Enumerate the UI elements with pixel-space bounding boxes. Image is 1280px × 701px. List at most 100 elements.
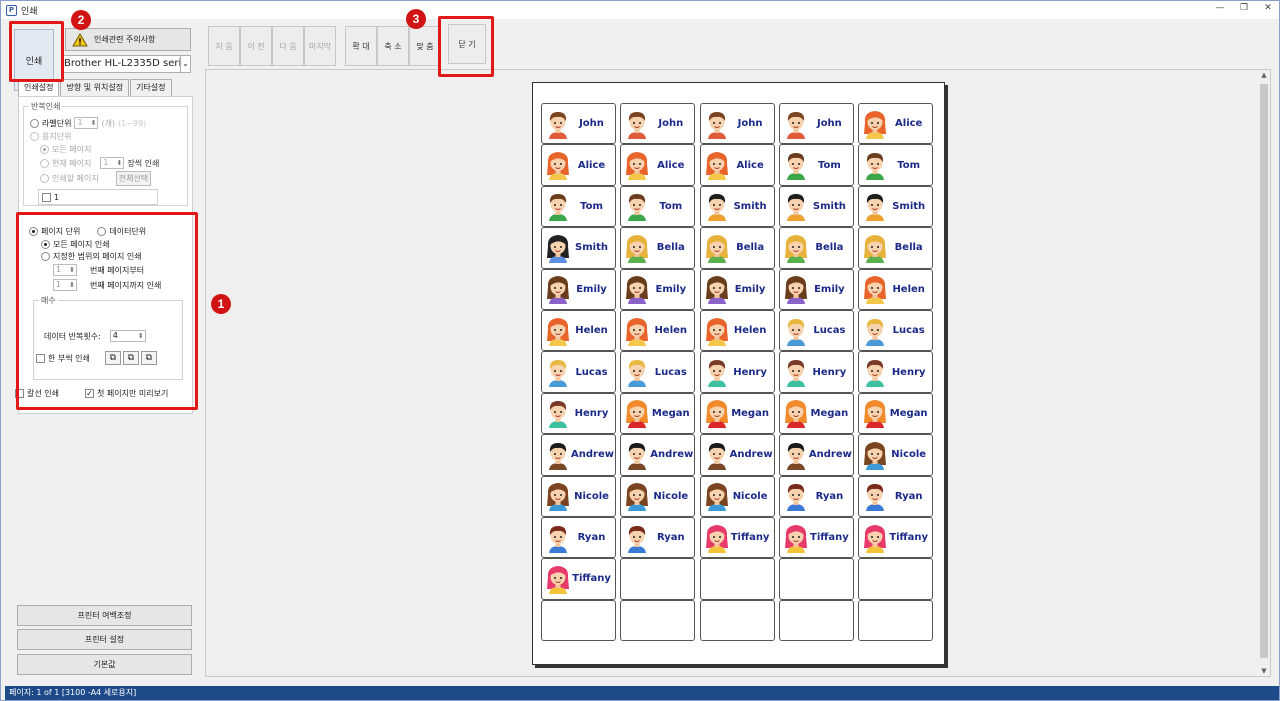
scroll-up-icon[interactable]: ▲ <box>1258 71 1270 79</box>
printer-select[interactable]: Brother HL-L2335D series( ⌄ <box>61 55 191 73</box>
label-name-text: Alice <box>577 159 606 171</box>
name-label-card: Emily <box>778 268 854 310</box>
page-nav-toolbar: 처 음 이 전 다 음 마지막 <box>208 26 336 66</box>
label-unit-label: 라벨단위 <box>42 118 72 128</box>
page-list[interactable]: 1 <box>38 189 158 205</box>
name-label-card: Tom <box>620 185 696 228</box>
empty-label-card <box>620 558 696 600</box>
badge-1: 1 <box>211 294 231 314</box>
avatar-face-icon <box>707 360 726 388</box>
print-pages-radio[interactable] <box>40 174 49 183</box>
name-label-card: Lucas <box>778 309 854 352</box>
name-label-card: Tom <box>778 144 854 186</box>
print-pages-label: 인쇄할 페이지 <box>52 174 99 183</box>
label-name-text: Alice <box>895 118 923 130</box>
current-count-spinner[interactable]: 1 <box>100 157 125 169</box>
close-window-icon[interactable]: ✕ <box>1261 3 1275 13</box>
label-name-text: Tiffany <box>572 573 611 585</box>
label-name-text: Emily <box>576 283 607 295</box>
name-label-card: Ryan <box>778 475 854 517</box>
avatar-face-icon <box>786 318 805 346</box>
avatar-face-icon <box>705 152 728 181</box>
zoom-in-button[interactable]: 확 대 <box>345 26 377 66</box>
avatar-face-icon <box>786 153 805 181</box>
label-name-text: Emily <box>814 283 845 295</box>
avatar-face-icon <box>864 524 887 553</box>
name-label-card: John <box>620 103 696 145</box>
label-name-text: Nicole <box>574 490 609 502</box>
name-label-card: Megan <box>620 392 696 435</box>
avatar-face-icon <box>626 317 649 346</box>
current-page-radio[interactable] <box>40 158 49 168</box>
avatar-face-icon <box>864 234 887 263</box>
label-unit-radio[interactable] <box>30 118 39 128</box>
next-page-button[interactable]: 다 음 <box>272 26 304 66</box>
zoom-out-button[interactable]: 축 소 <box>377 26 409 66</box>
scroll-thumb[interactable] <box>1260 84 1268 658</box>
name-label-card: Tiffany <box>699 516 775 559</box>
chevron-down-icon[interactable]: ⌄ <box>180 56 190 72</box>
prev-page-button[interactable]: 이 전 <box>240 26 272 66</box>
window-controls: — ❐ ✕ <box>1213 3 1275 13</box>
name-label-card: Andrew <box>699 434 775 476</box>
last-page-button[interactable]: 마지막 <box>304 26 336 66</box>
minimize-icon[interactable]: — <box>1213 3 1227 13</box>
all-pages-label: 모든 페이지 <box>52 145 92 154</box>
label-name-text: Ryan <box>577 532 606 544</box>
avatar-face-icon <box>549 194 567 222</box>
print-notice-label: 인쇄관련 주의사항 <box>94 35 156 44</box>
name-label-card: Megan <box>699 392 775 435</box>
avatar-face-icon <box>549 111 567 139</box>
avatar-face-icon <box>866 153 885 181</box>
avatar-face-icon <box>626 234 649 263</box>
highlight-close-button <box>438 16 494 77</box>
print-notice-button[interactable]: 인쇄관련 주의사항 <box>65 28 191 51</box>
name-label-card: Tiffany <box>858 516 934 559</box>
printer-margin-button[interactable]: 프린터 여백조정 <box>17 605 192 626</box>
avatar-face-icon <box>786 194 805 222</box>
label-count-unit: (개) <box>101 118 116 128</box>
restore-icon[interactable]: ❐ <box>1237 3 1251 13</box>
name-label-card: Emily <box>699 268 775 310</box>
empty-label-card <box>699 599 775 642</box>
printer-settings-button[interactable]: 프린터 설정 <box>17 629 192 650</box>
label-name-text: Nicole <box>653 490 689 502</box>
label-name-text: Tom <box>659 200 683 212</box>
name-label-card: Andrew <box>778 434 854 476</box>
avatar-face-icon <box>547 152 569 181</box>
avatar-face-icon <box>549 401 567 429</box>
name-label-card: Tiffany <box>541 558 616 600</box>
label-name-text: Lucas <box>575 366 608 378</box>
avatar-face-icon <box>705 524 728 553</box>
label-name-text: Alice <box>657 159 685 171</box>
sheet-unit-radio[interactable] <box>30 132 39 141</box>
sheet-print-label: 장씩 인쇄 <box>127 158 160 168</box>
label-count-spinner[interactable]: 1 <box>74 117 99 129</box>
name-label-card: John <box>778 103 854 145</box>
tab-other[interactable]: 기타설정 <box>130 79 172 96</box>
avatar-face-icon <box>866 318 885 346</box>
name-label-card: Tiffany <box>778 516 854 559</box>
badge-2: 2 <box>71 10 91 30</box>
scroll-down-icon[interactable]: ▼ <box>1258 667 1270 675</box>
avatar-face-icon <box>784 276 807 305</box>
empty-label-card <box>858 599 934 642</box>
label-name-text: Tom <box>580 200 603 212</box>
page-1-checkbox[interactable] <box>42 192 51 202</box>
all-pages-row: 모든 페이지 <box>40 144 91 155</box>
tab-orientation[interactable]: 방향 및 위치설정 <box>60 79 130 96</box>
badge-3: 3 <box>406 9 426 29</box>
first-page-button[interactable]: 처 음 <box>208 26 240 66</box>
all-pages-radio[interactable] <box>40 145 49 154</box>
print-window: P 인쇄 — ❐ ✕ 인쇄 인쇄관련 주의사항 Brother HL-L2335… <box>0 0 1280 701</box>
select-all-button[interactable]: 전체선택 <box>115 171 152 186</box>
empty-label-card <box>541 599 616 642</box>
defaults-button[interactable]: 기본값 <box>17 654 192 675</box>
label-name-text: Smith <box>892 200 926 212</box>
fit-button[interactable]: 맞 춤 <box>409 26 441 66</box>
label-unit-row: 라벨단위 1 (개) (1~99) <box>30 117 146 129</box>
label-name-text: Henry <box>733 366 767 378</box>
avatar-face-icon <box>628 194 647 222</box>
vertical-scrollbar[interactable]: ▲ ▼ <box>1258 70 1270 676</box>
avatar-face-icon <box>707 442 726 470</box>
